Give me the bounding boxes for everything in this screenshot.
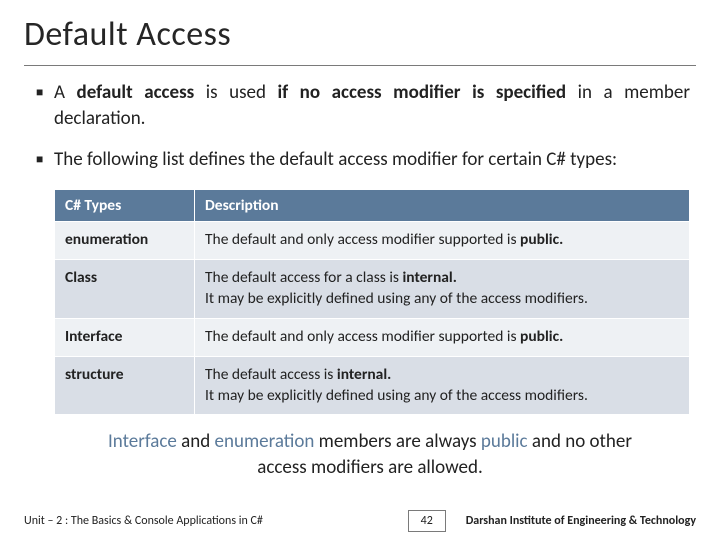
footer-unit: Unit – 2 : The Basics & Console Applicat… bbox=[24, 514, 408, 528]
text-fragment: The default and only access modifier sup… bbox=[205, 327, 520, 346]
table-header-desc: Description bbox=[195, 189, 690, 221]
text-keyword: public bbox=[481, 430, 528, 453]
text-fragment: and bbox=[177, 430, 215, 453]
page-number: 42 bbox=[408, 510, 446, 532]
slide-footer: Unit – 2 : The Basics & Console Applicat… bbox=[0, 510, 720, 532]
text-bold: public. bbox=[520, 327, 563, 346]
text-keyword: enumeration bbox=[215, 430, 315, 453]
table-row: structure The default access is internal… bbox=[55, 356, 690, 415]
note-callout: Interface and enumeration members are al… bbox=[84, 429, 656, 480]
bullet-item: ■ The following list defines the default… bbox=[36, 147, 690, 173]
bullet-item: ■ A default access is used if no access … bbox=[36, 80, 690, 131]
text-fragment: The default and only access modifier sup… bbox=[205, 230, 520, 249]
table-header-row: C# Types Description bbox=[55, 189, 690, 221]
text-keyword: Interface bbox=[108, 430, 177, 453]
text-fragment: The default access is bbox=[205, 365, 337, 384]
text-bold: internal. bbox=[337, 365, 391, 384]
cell-type: Class bbox=[55, 259, 195, 318]
cell-desc: The default access is internal. It may b… bbox=[195, 356, 690, 415]
bullet-text: The following list defines the default a… bbox=[54, 147, 690, 173]
types-table: C# Types Description enumeration The def… bbox=[54, 189, 690, 416]
slide: Default Access ■ A default access is use… bbox=[0, 0, 720, 540]
text-bold: internal. bbox=[402, 268, 456, 287]
text-bold: if no access modifier is specified bbox=[277, 81, 566, 104]
bullet-list: ■ A default access is used if no access … bbox=[24, 80, 696, 173]
table-row: enumeration The default and only access … bbox=[55, 221, 690, 259]
text-fragment: It may be explicitly defined using any o… bbox=[205, 386, 588, 405]
text-fragment: It may be explicitly defined using any o… bbox=[205, 289, 588, 308]
square-bullet-icon: ■ bbox=[36, 80, 54, 131]
cell-desc: The default and only access modifier sup… bbox=[195, 318, 690, 356]
cell-type: enumeration bbox=[55, 221, 195, 259]
table-row: Class The default access for a class is … bbox=[55, 259, 690, 318]
table-row: Interface The default and only access mo… bbox=[55, 318, 690, 356]
text-fragment: members are always bbox=[314, 430, 481, 453]
types-table-wrap: C# Types Description enumeration The def… bbox=[24, 189, 696, 416]
text-fragment: is used bbox=[194, 81, 277, 104]
square-bullet-icon: ■ bbox=[36, 147, 54, 173]
cell-desc: The default and only access modifier sup… bbox=[195, 221, 690, 259]
cell-type: Interface bbox=[55, 318, 195, 356]
cell-desc: The default access for a class is intern… bbox=[195, 259, 690, 318]
page-title: Default Access bbox=[24, 14, 696, 66]
bullet-text: A default access is used if no access mo… bbox=[54, 80, 690, 131]
text-fragment: The default access for a class is bbox=[205, 268, 402, 287]
text-fragment: A bbox=[54, 81, 77, 104]
cell-type: structure bbox=[55, 356, 195, 415]
text-bold: default access bbox=[77, 81, 195, 104]
table-header-type: C# Types bbox=[55, 189, 195, 221]
footer-institute: Darshan Institute of Engineering & Techn… bbox=[466, 514, 696, 528]
text-bold: public. bbox=[520, 230, 563, 249]
